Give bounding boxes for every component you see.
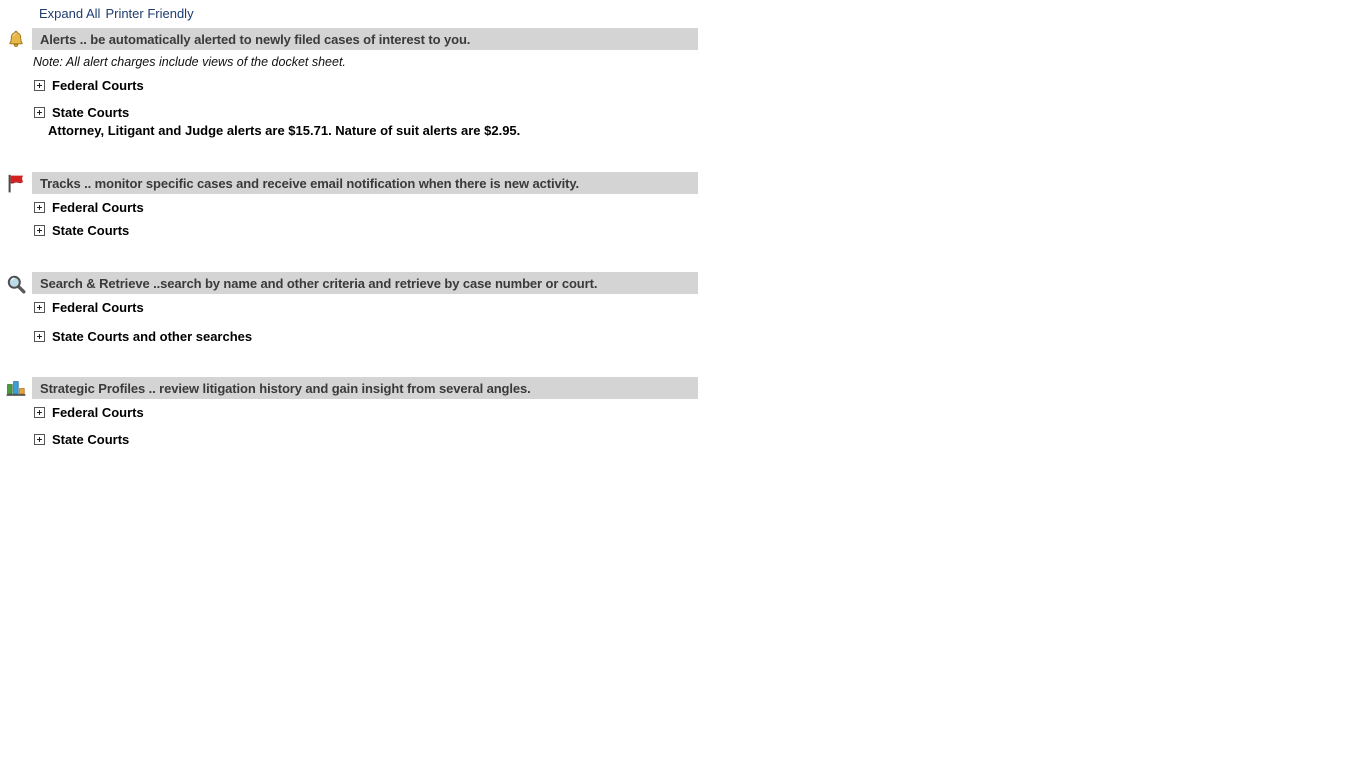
tree-item-federal-courts[interactable]: Federal Courts (34, 299, 144, 315)
tree-item-label: State Courts (52, 431, 130, 447)
tree-item-label: State Courts (52, 104, 130, 120)
tree-item-label: Federal Courts (52, 199, 144, 215)
page-root: Expand All Printer Friendly Alerts .. be … (0, 0, 1366, 768)
expand-plus-icon[interactable] (34, 106, 45, 118)
tree-item-label: Federal Courts (52, 77, 144, 93)
tree-item-federal-courts[interactable]: Federal Courts (34, 199, 144, 215)
tree-item-state-courts[interactable]: State Courts (34, 222, 129, 238)
tree-item-label: State Courts (52, 222, 130, 238)
section-header-tracks: Tracks .. monitor specific cases and rec… (32, 172, 698, 194)
flag-icon (4, 172, 28, 196)
search-icon (4, 272, 28, 296)
tree-item-label: Federal Courts (52, 404, 144, 420)
tree-item-federal-courts[interactable]: Federal Courts (34, 77, 144, 93)
expand-plus-icon[interactable] (34, 224, 45, 236)
section-header-alerts: Alerts .. be automatically alerted to ne… (32, 28, 698, 50)
bar-chart-icon (4, 377, 28, 401)
tree-item-state-courts[interactable]: State Courts (34, 431, 129, 447)
printer-friendly-link[interactable]: Printer Friendly (105, 6, 193, 21)
alerts-pricing-text: Attorney, Litigant and Judge alerts are … (48, 123, 521, 138)
expand-plus-icon[interactable] (34, 301, 45, 313)
section-heading-text: Tracks .. monitor specific cases and rec… (40, 175, 580, 191)
expand-plus-icon[interactable] (34, 433, 45, 445)
section-heading-text: Strategic Profiles .. review litigation … (40, 380, 531, 396)
expand-plus-icon[interactable] (34, 201, 45, 213)
tree-item-state-courts[interactable]: State Courts (34, 104, 129, 120)
toolbar: Expand All Printer Friendly (39, 6, 194, 22)
tree-item-state-courts-and-other-searches[interactable]: State Courts and other searches (34, 328, 252, 344)
expand-plus-icon[interactable] (34, 330, 45, 342)
tree-item-federal-courts[interactable]: Federal Courts (34, 404, 144, 420)
tree-item-label: State Courts and other searches (52, 328, 253, 344)
section-header-strategic-profiles: Strategic Profiles .. review litigation … (32, 377, 698, 399)
expand-all-link[interactable]: Expand All (39, 6, 100, 21)
expand-plus-icon[interactable] (34, 79, 45, 91)
alerts-note: Note: All alert charges include views of… (33, 55, 346, 69)
section-heading-text: Search & Retrieve ..search by name and o… (40, 275, 598, 291)
section-header-search-retrieve: Search & Retrieve ..search by name and o… (32, 272, 698, 294)
bell-icon (4, 28, 28, 52)
expand-plus-icon[interactable] (34, 406, 45, 418)
tree-item-label: Federal Courts (52, 299, 144, 315)
section-heading-text: Alerts .. be automatically alerted to ne… (40, 31, 471, 47)
